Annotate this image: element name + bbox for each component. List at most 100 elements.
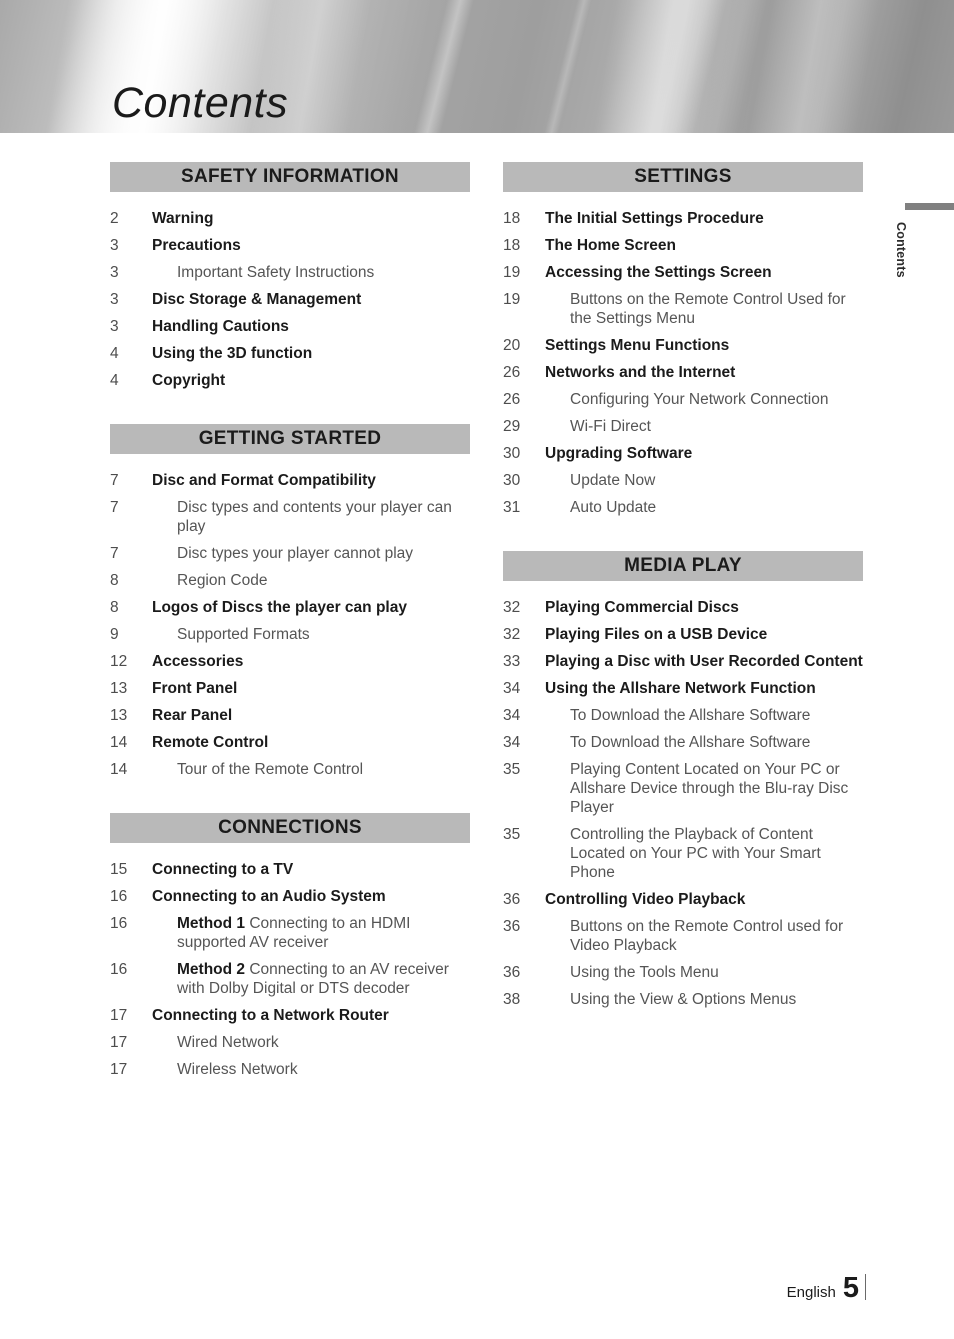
- toc-entry[interactable]: 12 Accessories: [110, 652, 470, 671]
- toc-entry-list: 18 The Initial Settings Procedure 18 The Ho…: [503, 209, 863, 517]
- toc-entry-page-number: 20: [503, 337, 521, 354]
- toc-entry-title-lead: Method 1: [177, 915, 246, 932]
- toc-entry-title: Supported Formats: [177, 626, 310, 643]
- toc-entry-page-number: 14: [110, 761, 128, 778]
- toc-entry[interactable]: 7 Disc types your player cannot play: [110, 544, 470, 563]
- toc-entry-title: Upgrading Software: [545, 445, 693, 462]
- toc-section: SETTINGS 18 The Initial Settings Procedure…: [503, 162, 863, 517]
- toc-entry[interactable]: 32 Playing Commercial Discs: [503, 598, 863, 617]
- toc-entry[interactable]: 17 Wired Network: [110, 1033, 470, 1052]
- toc-entry[interactable]: 13 Front Panel: [110, 679, 470, 698]
- toc-entry[interactable]: 20 Settings Menu Functions: [503, 336, 863, 355]
- toc-entry-page-number: 30: [503, 445, 521, 462]
- toc-entry-title: Important Safety Instructions: [177, 264, 375, 281]
- toc-entry-title: Update Now: [570, 472, 656, 489]
- toc-entry[interactable]: 31 Auto Update: [503, 498, 863, 517]
- toc-entry[interactable]: 26 Configuring Your Network Connection: [503, 390, 863, 409]
- toc-section: SAFETY INFORMATION 2 Warning 3 Precautions 3 I…: [110, 162, 470, 390]
- toc-entry-page-number: 34: [503, 680, 521, 697]
- toc-entry[interactable]: 34 To Download the Allshare Software: [503, 733, 863, 752]
- toc-entry-page-number: 33: [503, 653, 521, 670]
- toc-entry-page-number: 18: [503, 237, 521, 254]
- toc-entry-title: Connecting to an Audio System: [152, 888, 386, 905]
- toc-entry[interactable]: 8 Region Code: [110, 571, 470, 590]
- toc-entry[interactable]: 36 Using the Tools Menu: [503, 963, 863, 982]
- toc-entry-page-number: 14: [110, 734, 128, 751]
- toc-entry[interactable]: 17 Wireless Network: [110, 1060, 470, 1079]
- toc-entry[interactable]: 35 Controlling the Playback of Content Lo…: [503, 825, 863, 882]
- toc-entry[interactable]: 36 Controlling Video Playback: [503, 890, 863, 909]
- toc-entry-page-number: 4: [110, 345, 119, 362]
- toc-entry[interactable]: 15 Connecting to a TV: [110, 860, 470, 879]
- toc-entry[interactable]: 34 Using the Allshare Network Function: [503, 679, 863, 698]
- toc-entry[interactable]: 4 Copyright: [110, 371, 470, 390]
- toc-entry[interactable]: 13 Rear Panel: [110, 706, 470, 725]
- footer-divider: [865, 1274, 866, 1300]
- toc-entry[interactable]: 32 Playing Files on a USB Device: [503, 625, 863, 644]
- toc-entry-title: Method 1 Connecting to an HDMI supported…: [150, 914, 470, 952]
- toc-entry[interactable]: 3 Disc Storage & Management: [110, 290, 470, 309]
- toc-entry-list: 7 Disc and Format Compatibility 7 Disc type…: [110, 471, 470, 779]
- toc-entry-title: Using the Tools Menu: [570, 964, 719, 981]
- toc-entry-page-number: 30: [503, 472, 521, 489]
- toc-entry[interactable]: 16 Connecting to an Audio System: [110, 887, 470, 906]
- toc-entry-page-number: 17: [110, 1034, 128, 1051]
- toc-entry-page-number: 2: [110, 210, 119, 227]
- toc-entry[interactable]: 9 Supported Formats: [110, 625, 470, 644]
- toc-entry[interactable]: 14 Tour of the Remote Control: [110, 760, 470, 779]
- toc-entry[interactable]: 19 Accessing the Settings Screen: [503, 263, 863, 282]
- toc-entry[interactable]: 29 Wi-Fi Direct: [503, 417, 863, 436]
- toc-entry-page-number: 13: [110, 680, 128, 697]
- toc-entry-title: Copyright: [152, 372, 226, 389]
- toc-entry-page-number: 38: [503, 991, 521, 1008]
- toc-entry[interactable]: 18 The Home Screen: [503, 236, 863, 255]
- page-title: Contents: [112, 79, 289, 127]
- toc-entry-title: Wi-Fi Direct: [570, 418, 651, 435]
- toc-entry-title: Networks and the Internet: [545, 364, 736, 381]
- toc-entry-page-number: 9: [110, 626, 119, 643]
- toc-entry[interactable]: 16 Method 1 Connecting to an HDMI support…: [110, 914, 470, 952]
- toc-entry[interactable]: 4 Using the 3D function: [110, 344, 470, 363]
- toc-entry[interactable]: 2 Warning: [110, 209, 470, 228]
- toc-entry[interactable]: 3 Precautions: [110, 236, 470, 255]
- toc-entry[interactable]: 8 Logos of Discs the player can play: [110, 598, 470, 617]
- toc-entry-title: Disc Storage & Management: [152, 291, 362, 308]
- toc-entry-list: 2 Warning 3 Precautions 3 Important Safety In…: [110, 209, 470, 390]
- toc-entry[interactable]: 36 Buttons on the Remote Control used for…: [503, 917, 863, 955]
- toc-entry[interactable]: 35 Playing Content Located on Your PC or …: [503, 760, 863, 817]
- toc-entry-list: 15 Connecting to a TV 16 Connecting to an A…: [110, 860, 470, 1079]
- toc-entry[interactable]: 19 Buttons on the Remote Control Used for…: [503, 290, 863, 328]
- toc-entry[interactable]: 7 Disc types and contents your player can…: [110, 498, 470, 536]
- toc-entry-page-number: 18: [503, 210, 521, 227]
- toc-entry-page-number: 36: [503, 964, 521, 981]
- toc-entry-page-number: 3: [110, 291, 119, 308]
- toc-entry-title: To Download the Allshare Software: [570, 707, 811, 724]
- toc-entry-page-number: 3: [110, 237, 119, 254]
- toc-entry[interactable]: 34 To Download the Allshare Software: [503, 706, 863, 725]
- toc-entry[interactable]: 38 Using the View & Options Menus: [503, 990, 863, 1009]
- section-header-label: SAFETY INFORMATION: [181, 166, 399, 187]
- section-header-label: CONNECTIONS: [218, 817, 362, 838]
- toc-entry-title: Method 2 Connecting to an AV receiver wi…: [150, 960, 470, 998]
- toc-entry[interactable]: 7 Disc and Format Compatibility: [110, 471, 470, 490]
- toc-entry[interactable]: 16 Method 2 Connecting to an AV receiver …: [110, 960, 470, 998]
- toc-entry-title: Disc and Format Compatibility: [152, 472, 376, 489]
- toc-entry[interactable]: 17 Connecting to a Network Router: [110, 1006, 470, 1025]
- toc-entry[interactable]: 14 Remote Control: [110, 733, 470, 752]
- toc-entry[interactable]: 30 Update Now: [503, 471, 863, 490]
- toc-entry-title: Connecting to a Network Router: [152, 1007, 389, 1024]
- footer-page-number: 5: [842, 1272, 859, 1304]
- toc-entry[interactable]: 30 Upgrading Software: [503, 444, 863, 463]
- toc-entry-page-number: 29: [503, 418, 521, 435]
- toc-entry[interactable]: 3 Handling Cautions: [110, 317, 470, 336]
- toc-entry-title: Handling Cautions: [152, 318, 289, 335]
- toc-entry-title-lead: Method 2: [177, 961, 246, 978]
- toc-entry-page-number: 34: [503, 707, 521, 724]
- toc-entry[interactable]: 18 The Initial Settings Procedure: [503, 209, 863, 228]
- toc-entry[interactable]: 26 Networks and the Internet: [503, 363, 863, 382]
- toc-entry-page-number: 31: [503, 499, 521, 516]
- toc-entry[interactable]: 33 Playing a Disc with User Recorded Cont…: [503, 652, 863, 671]
- toc-entry[interactable]: 3 Important Safety Instructions: [110, 263, 470, 282]
